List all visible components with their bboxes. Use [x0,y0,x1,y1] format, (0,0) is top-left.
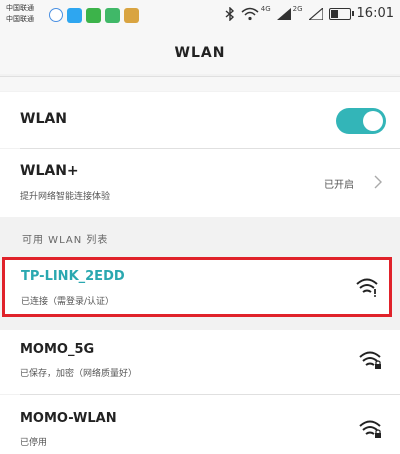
scrolled-strip [0,77,400,91]
section-title: 可用 WLAN 列表 [22,235,109,246]
switch-knob [363,111,383,131]
available-networks-header: 可用 WLAN 列表 [0,222,400,256]
network-type-label-1: 4G [260,4,271,13]
wifi-alert-icon [356,278,378,297]
cell-signal-icon-2 [308,7,323,20]
wlan-plus-label: WLAN+ [20,163,79,179]
bluetooth-icon [225,6,234,21]
app-notification-icon-1 [49,8,63,22]
app-notification-icon-3 [105,8,120,23]
status-icons: 4G 2G 16:01 [225,4,394,21]
network-item-momo-5g[interactable]: MOMO_5G 已保存，加密（网络质量好） [0,330,400,394]
wlan-label: WLAN [20,111,67,127]
carrier-line-2: 中国联通 [6,15,34,23]
clock: 16:01 [356,6,394,21]
network-ssid: MOMO_5G [20,342,95,357]
battery-icon [328,7,354,20]
carrier-line-1: 中国联通 [6,4,34,12]
carrier-info: 中国联通 中国联通 [6,3,34,25]
wifi-lock-icon [359,351,381,369]
wifi-icon [241,7,259,20]
chevron-right-icon [374,175,382,189]
network-ssid: TP-LINK_2EDD [21,269,125,284]
status-bar: 中国联通 中国联通 4G 2G 16:01 [0,0,400,34]
network-type-label-2: 2G [292,4,303,13]
wlan-plus-row[interactable]: WLAN+ 提升网络智能连接体验 已开启 [0,149,400,217]
wifi-lock-icon [359,420,381,438]
cell-signal-icon [276,7,291,20]
wlan-switch[interactable] [336,108,386,134]
network-status: 已保存，加密（网络质量好） [20,369,138,379]
wlan-plus-description: 提升网络智能连接体验 [20,192,111,202]
wechat-icon [86,8,101,23]
app-notification-icon-2 [67,8,82,23]
network-status: 已连接（需登录/认证） [21,297,115,307]
network-status: 已停用 [20,438,48,448]
header: WLAN [0,34,400,74]
network-item-momo-wlan[interactable]: MOMO-WLAN 已停用 [0,395,400,454]
app-notification-icon-4 [124,8,139,23]
wlan-plus-value: 已开启 [324,180,354,191]
network-item-tp-link[interactable]: TP-LINK_2EDD 已连接（需登录/认证） [2,257,392,317]
network-ssid: MOMO-WLAN [20,411,117,426]
notification-icons [49,8,139,23]
page-title: WLAN [174,45,226,61]
